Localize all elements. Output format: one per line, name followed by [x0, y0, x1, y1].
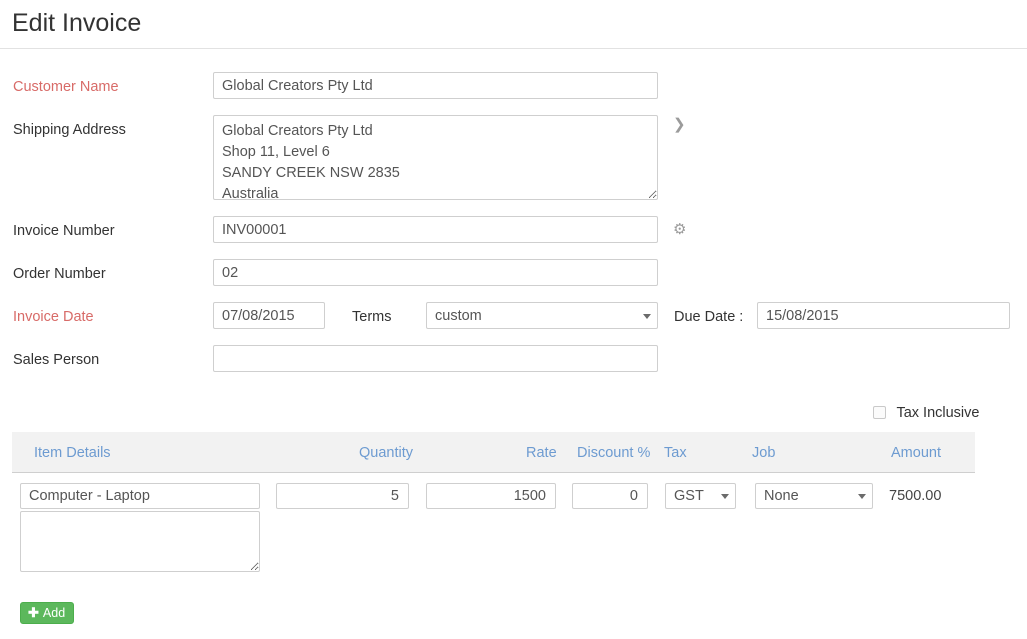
terms-select[interactable]: custom	[426, 302, 658, 329]
tax-inclusive-group[interactable]: Tax Inclusive	[873, 404, 979, 422]
amount-value: 7500.00	[889, 488, 942, 504]
column-header-discount: Discount %	[577, 445, 651, 461]
column-header-job: Job	[752, 445, 776, 461]
invoice-date-input[interactable]	[213, 302, 325, 329]
invoice-number-input[interactable]	[213, 216, 658, 243]
due-date-input[interactable]	[757, 302, 1010, 329]
gear-icon[interactable]: ⚙	[673, 222, 686, 237]
shipping-address-textarea[interactable]	[213, 115, 658, 200]
customer-name-label: Customer Name	[13, 79, 119, 95]
edit-invoice-page: Edit Invoice Customer Name Shipping Addr…	[0, 0, 1027, 639]
quantity-input[interactable]	[276, 483, 409, 509]
invoice-number-label: Invoice Number	[13, 223, 115, 239]
order-number-input[interactable]	[213, 259, 658, 286]
rate-input[interactable]	[426, 483, 556, 509]
sales-person-input[interactable]	[213, 345, 658, 372]
column-header-tax: Tax	[664, 445, 687, 461]
add-button[interactable]: ✚ Add	[20, 602, 75, 624]
terms-label: Terms	[352, 309, 392, 325]
column-header-amount: Amount	[891, 445, 941, 461]
sales-person-label: Sales Person	[13, 352, 100, 368]
invoice-date-label: Invoice Date	[13, 309, 94, 325]
items-table-header: Item Details Quantity Rate Discount % Ta…	[12, 432, 975, 473]
add-button-label: Add	[42, 606, 66, 620]
title-bar: Edit Invoice	[0, 0, 1027, 49]
column-header-rate: Rate	[526, 445, 557, 461]
tax-inclusive-label[interactable]: Tax Inclusive	[896, 405, 979, 421]
plus-icon: ✚	[28, 605, 39, 620]
order-number-label: Order Number	[13, 266, 106, 282]
page-title: Edit Invoice	[12, 9, 142, 37]
chevron-down-icon[interactable]: ❯	[673, 117, 686, 132]
discount-input[interactable]	[572, 483, 648, 509]
due-date-label: Due Date :	[674, 309, 744, 325]
tax-inclusive-checkbox[interactable]	[873, 406, 886, 420]
item-description-textarea[interactable]	[20, 511, 260, 572]
job-select-wrapper[interactable]: None	[755, 483, 873, 509]
column-header-quantity: Quantity	[359, 445, 413, 461]
customer-name-input[interactable]	[213, 72, 658, 99]
terms-select-wrapper[interactable]: custom	[426, 302, 658, 329]
tax-select[interactable]: GST	[665, 483, 736, 509]
item-name-input[interactable]	[20, 483, 260, 509]
tax-select-wrapper[interactable]: GST	[665, 483, 736, 509]
shipping-address-label: Shipping Address	[13, 122, 126, 138]
job-select[interactable]: None	[755, 483, 873, 509]
column-header-item-details: Item Details	[34, 445, 111, 461]
